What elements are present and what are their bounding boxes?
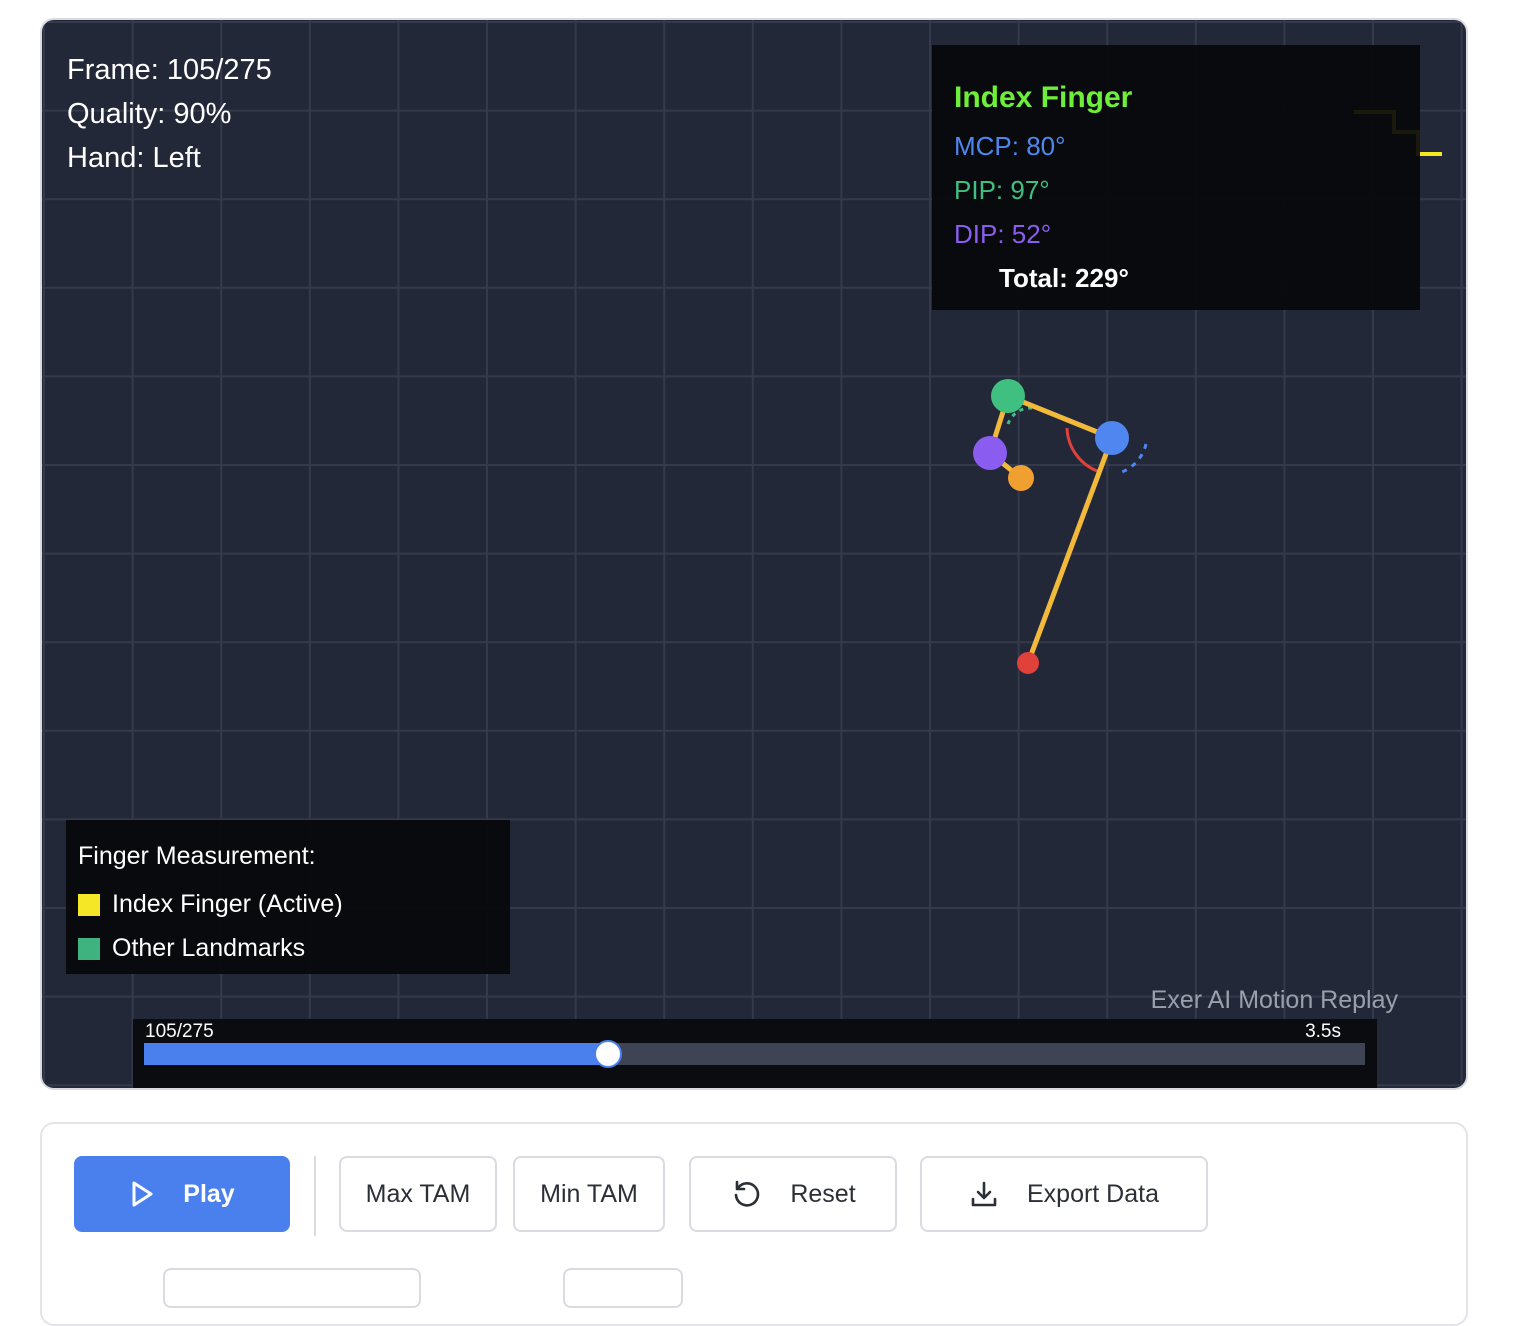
reset-icon bbox=[735, 1180, 760, 1207]
min-tam-button[interactable]: Min TAM bbox=[513, 1156, 665, 1232]
legend-item-other-landmarks: Other Landmarks bbox=[78, 934, 305, 963]
timeline-scrubber-handle[interactable] bbox=[593, 1040, 622, 1068]
pip-angle: PIP: 97° bbox=[954, 175, 1050, 205]
hand-readout: Hand: Left bbox=[67, 142, 201, 174]
play-button[interactable]: Play bbox=[74, 1156, 290, 1232]
fingertip-joint bbox=[1008, 465, 1034, 491]
timeline-frame-label: 105/275 bbox=[145, 1021, 214, 1042]
pip-joint bbox=[991, 379, 1025, 413]
watermark: Exer AI Motion Replay bbox=[1150, 986, 1398, 1014]
legend-item-index-finger: Index Finger (Active) bbox=[78, 890, 343, 919]
export-label: Export Data bbox=[1026, 1179, 1159, 1208]
min-tam-label: Min TAM bbox=[540, 1179, 638, 1208]
index-finger-skeleton bbox=[987, 393, 1115, 664]
select-control[interactable] bbox=[163, 1268, 421, 1308]
finger-title: Index Finger bbox=[954, 81, 1133, 114]
legend: Finger Measurement: Index Finger (Active… bbox=[66, 820, 510, 974]
legend-label: Index Finger (Active) bbox=[112, 890, 343, 918]
joint-angles-panel: Index Finger MCP: 80° PIP: 97° DIP: 52° … bbox=[932, 45, 1420, 310]
reset-label: Reset bbox=[790, 1179, 856, 1208]
play-label: Play bbox=[183, 1179, 235, 1208]
download-icon bbox=[971, 1181, 997, 1207]
legend-swatch-yellow bbox=[78, 893, 100, 916]
speed-control[interactable] bbox=[563, 1268, 683, 1308]
mcp-joint bbox=[1095, 421, 1129, 455]
timeline: 105/275 3.5s bbox=[133, 1019, 1377, 1088]
max-tam-label: Max TAM bbox=[365, 1179, 471, 1208]
motion-replay-viewer: Frame: 105/275 Quality: 90% Hand: Left I… bbox=[40, 18, 1468, 1090]
mcp-angle: MCP: 80° bbox=[954, 131, 1066, 161]
timeline-track[interactable] bbox=[144, 1040, 1365, 1068]
export-data-button[interactable]: Export Data bbox=[920, 1156, 1208, 1232]
dip-joint bbox=[973, 436, 1007, 470]
timeline-progress-fill bbox=[144, 1043, 608, 1065]
total-angle: Total: 229° bbox=[999, 263, 1129, 293]
dip-angle: DIP: 52° bbox=[954, 219, 1052, 249]
max-tam-button[interactable]: Max TAM bbox=[339, 1156, 497, 1232]
playback-controls: Play Max TAM Min TAM Reset Export Data bbox=[40, 1122, 1468, 1326]
legend-label: Other Landmarks bbox=[112, 934, 306, 962]
frame-counter: Frame: 105/275 bbox=[67, 54, 272, 86]
reset-button[interactable]: Reset bbox=[689, 1156, 897, 1232]
quality-readout: Quality: 90% bbox=[67, 98, 232, 130]
wrist-joint bbox=[1017, 652, 1039, 674]
play-icon bbox=[132, 1181, 153, 1207]
legend-title: Finger Measurement: bbox=[78, 842, 316, 870]
frame-info: Frame: 105/275 Quality: 90% Hand: Left bbox=[67, 48, 272, 180]
timeline-time-label: 3.5s bbox=[1305, 1021, 1341, 1042]
divider bbox=[314, 1156, 316, 1236]
legend-swatch-green bbox=[78, 937, 100, 960]
